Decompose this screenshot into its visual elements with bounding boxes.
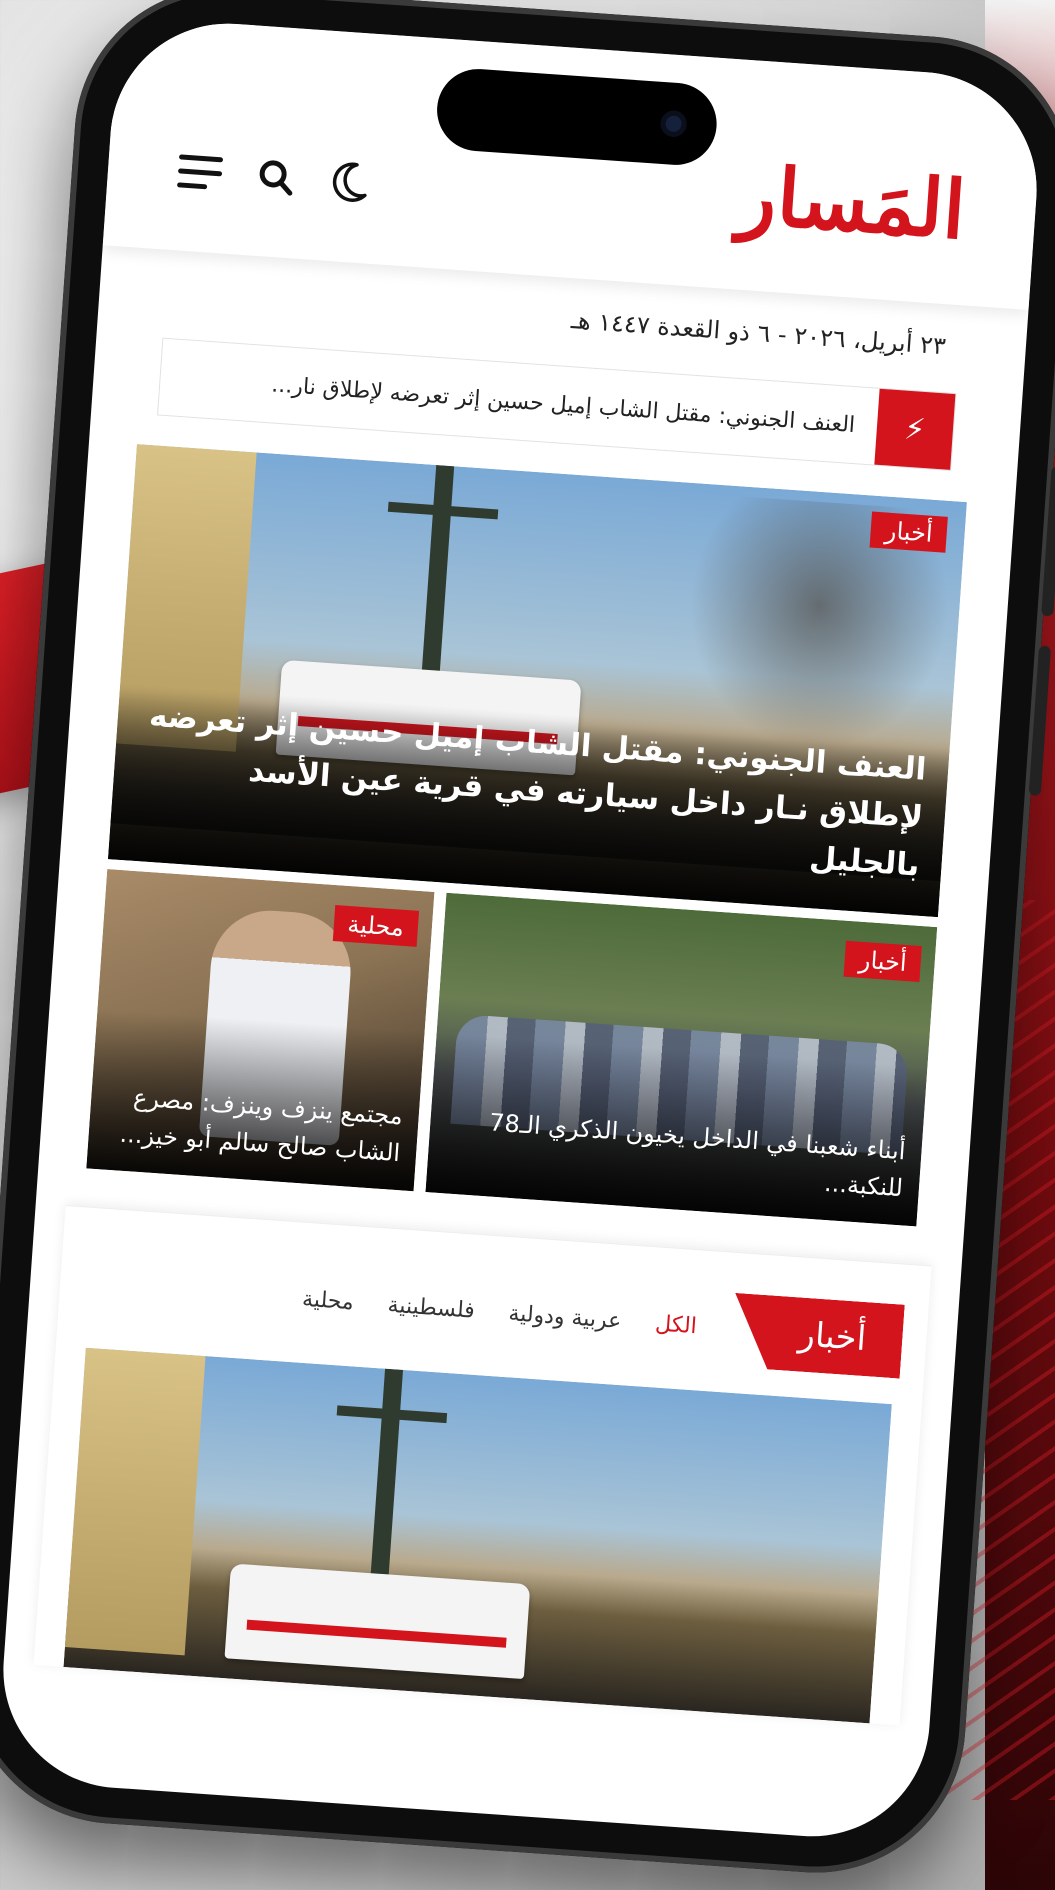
site-header: المَسار [102, 15, 1045, 310]
tab-palestinian[interactable]: فلسطينية [387, 1293, 476, 1324]
search-icon[interactable] [255, 156, 298, 199]
hero-article[interactable]: أخبار العنف الجنوني: مقتل الشاب إميل حسي… [107, 444, 967, 918]
site-logo[interactable]: المَسار [735, 148, 968, 258]
section-lead-image[interactable] [63, 1347, 892, 1724]
phone-screen: المَسار ٢٣ أبريل، ٢٠٢٦ - ٦ ذو القعدة ١٤٤… [0, 15, 1045, 1845]
article-card[interactable]: أخبار أبناء شعبنا في الداخل يخيون الذكري… [425, 892, 938, 1227]
bolt-icon: ⚡ [874, 388, 956, 470]
breaking-ticker[interactable]: ⚡ العنف الجنوني: مقتل الشاب إميل حسين إث… [157, 337, 957, 471]
date-line: ٢٣ أبريل، ٢٠٢٦ - ٦ ذو القعدة ١٤٤٧ هـ [570, 306, 947, 361]
tab-arab-international[interactable]: عربية ودولية [508, 1301, 622, 1334]
section-title: أخبار [730, 1293, 905, 1379]
section-tabs: الكل عربية ودولية فلسطينية محلية [301, 1287, 697, 1340]
article-card[interactable]: محلية مجتمع ينزف وينزف: مصرع الشاب صالح … [86, 869, 435, 1192]
camera-icon [659, 109, 688, 138]
ticker-text[interactable]: العنف الجنوني: مقتل الشاب إميل حسين إثر … [158, 339, 880, 465]
news-section: أخبار الكل عربية ودولية فلسطينية محلية [33, 1204, 932, 1726]
tab-local[interactable]: محلية [301, 1287, 354, 1316]
tab-all[interactable]: الكل [654, 1311, 697, 1339]
category-badge[interactable]: أخبار [843, 940, 922, 982]
category-badge[interactable]: أخبار [869, 511, 948, 553]
side-button [1041, 465, 1055, 617]
section-image-building [64, 1347, 206, 1656]
header-icons [177, 148, 372, 205]
category-badge[interactable]: محلية [332, 905, 420, 947]
moon-icon[interactable] [328, 159, 371, 206]
hamburger-menu-icon[interactable] [177, 153, 224, 190]
phone-frame: المَسار ٢٣ أبريل، ٢٠٢٦ - ٦ ذو القعدة ١٤٤… [0, 0, 1055, 1883]
